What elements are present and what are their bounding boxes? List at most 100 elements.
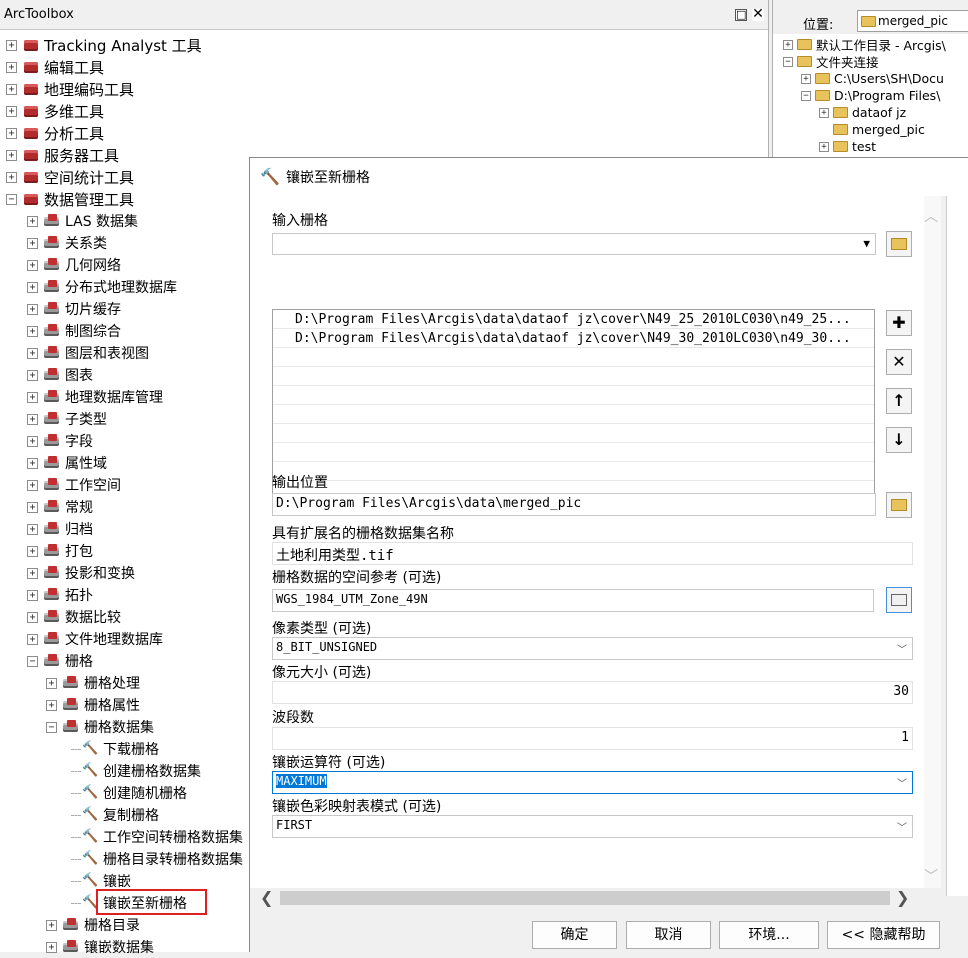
expand-icon[interactable]: + (6, 83, 17, 95)
hide-help-button[interactable]: << 隐藏帮助 (827, 921, 940, 949)
toolbox-tree-item[interactable]: + 栅格目录 (46, 914, 140, 936)
expand-icon[interactable]: + (46, 699, 57, 711)
toolbox-tree-item[interactable]: 🔨 创建随机栅格 (65, 782, 187, 804)
toolbox-tree-item[interactable]: + 地理数据库管理 (27, 386, 163, 408)
expand-icon[interactable]: + (27, 611, 38, 623)
expand-icon[interactable]: + (27, 325, 38, 337)
expand-icon[interactable]: + (783, 39, 793, 50)
chevron-down-icon[interactable]: ﹀ (897, 641, 907, 656)
close-icon[interactable]: ✕ (752, 7, 764, 21)
toolbox-tree-item[interactable]: + 栅格属性 (46, 694, 140, 716)
toolbox-tree-item[interactable]: + 属性域 (27, 452, 107, 474)
catalog-tree-item[interactable]: + C:\Users\SH\Docu (801, 70, 944, 87)
toolbox-tree-item[interactable]: + 切片缓存 (27, 298, 121, 320)
chevron-left-icon[interactable]: ❮ (260, 888, 273, 907)
toolbox-tree-item[interactable]: + 编辑工具 (6, 56, 104, 78)
toolbox-tree-item[interactable]: + Tracking Analyst 工具 (6, 34, 202, 56)
toolbox-tree-item[interactable]: + 关系类 (27, 232, 107, 254)
spatial-ref-field[interactable]: WGS_1984_UTM_Zone_49N (272, 589, 874, 612)
toolbox-tree-item[interactable]: + 数据比较 (27, 606, 121, 628)
pixel-type-select[interactable]: 8_BIT_UNSIGNED ﹀ (272, 637, 913, 660)
expand-icon[interactable]: + (819, 141, 829, 152)
toolbox-tree-item[interactable]: − 栅格 (27, 650, 93, 672)
expand-icon[interactable]: + (27, 237, 38, 249)
mosaic-operator-select[interactable]: MAXIMUM ﹀ (272, 771, 913, 794)
expand-icon[interactable]: + (27, 391, 38, 403)
move-down-button[interactable]: ↓ (886, 427, 912, 453)
chevron-down-icon[interactable]: ▼ (863, 237, 870, 250)
expand-icon[interactable]: + (6, 149, 17, 161)
chevron-right-icon[interactable]: ❯ (896, 888, 909, 907)
collapse-icon[interactable]: − (46, 721, 57, 733)
browse-input-button[interactable] (886, 231, 912, 257)
toolbox-tree-item[interactable]: + 分析工具 (6, 122, 104, 144)
collapse-icon[interactable]: − (783, 56, 793, 67)
ok-button[interactable]: 确定 (532, 921, 617, 949)
toolbox-tree-item[interactable]: + 打包 (27, 540, 93, 562)
toolbox-tree-item[interactable]: 🔨 创建栅格数据集 (65, 760, 201, 782)
expand-icon[interactable]: + (27, 567, 38, 579)
toolbox-tree-item[interactable]: + 常规 (27, 496, 93, 518)
chevron-down-icon[interactable]: ﹀ (924, 866, 938, 886)
toolbox-tree-item[interactable]: + 几何网络 (27, 254, 121, 276)
input-rasters-list[interactable]: D:\Program Files\Arcgis\data\dataof jz\c… (272, 309, 875, 509)
toolbox-tree-item[interactable]: + 多维工具 (6, 100, 104, 122)
toolbox-tree-item[interactable]: − 栅格数据集 (46, 716, 154, 738)
spatial-ref-properties-button[interactable] (886, 587, 912, 613)
chevron-down-icon[interactable]: ﹀ (897, 819, 907, 834)
output-location-field[interactable]: D:\Program Files\Arcgis\data\merged_pic (272, 493, 876, 516)
expand-icon[interactable]: + (27, 413, 38, 425)
expand-icon[interactable]: + (6, 127, 17, 139)
expand-icon[interactable]: + (27, 501, 38, 513)
location-combo[interactable]: merged_pic (857, 10, 968, 32)
scrollbar-thumb[interactable] (280, 891, 890, 905)
browse-output-button[interactable] (886, 492, 912, 518)
toolbox-tree-item[interactable]: + LAS 数据集 (27, 210, 138, 232)
toolbox-tree-item[interactable]: + 镶嵌数据集 (46, 936, 154, 958)
toolbox-tree-item[interactable]: + 分布式地理数据库 (27, 276, 177, 298)
vertical-scrollbar[interactable]: ︿ ﹀ (924, 196, 941, 896)
expand-icon[interactable]: + (27, 545, 38, 557)
chevron-up-icon[interactable]: ︿ (924, 206, 938, 226)
toolbox-tree-item[interactable]: + 拓扑 (27, 584, 93, 606)
toolbox-tree-item[interactable]: + 地理编码工具 (6, 78, 134, 100)
toolbox-tree-item[interactable]: + 字段 (27, 430, 93, 452)
catalog-tree-item[interactable]: − 文件夹连接 (783, 53, 879, 70)
expand-icon[interactable]: + (27, 435, 38, 447)
toolbox-tree-item[interactable]: + 子类型 (27, 408, 107, 430)
move-up-button[interactable]: ↑ (886, 388, 912, 414)
input-rasters-combo[interactable]: ▼ (272, 233, 876, 255)
expand-icon[interactable]: + (819, 107, 829, 118)
expand-icon[interactable]: + (27, 633, 38, 645)
toolbox-tree-item[interactable]: + 服务器工具 (6, 144, 119, 166)
catalog-tree-item[interactable]: + 默认工作目录 - Arcgis\ (783, 36, 946, 53)
expand-icon[interactable]: + (46, 677, 57, 689)
expand-icon[interactable]: + (27, 457, 38, 469)
add-row-button[interactable]: ✚ (886, 310, 912, 336)
dataset-name-field[interactable]: 土地利用类型.tif (272, 542, 913, 565)
toolbox-tree-item[interactable]: + 制图综合 (27, 320, 121, 342)
toolbox-tree-item[interactable]: + 工作空间 (27, 474, 121, 496)
expand-icon[interactable]: + (27, 303, 38, 315)
toolbox-tree-item[interactable]: + 图层和表视图 (27, 342, 149, 364)
toolbox-tree-item[interactable]: + 投影和变换 (27, 562, 135, 584)
expand-icon[interactable]: + (46, 919, 57, 931)
restore-icon[interactable]: □ (735, 9, 747, 21)
expand-icon[interactable]: + (27, 589, 38, 601)
toolbox-tree-item[interactable]: + 空间统计工具 (6, 166, 134, 188)
bands-field[interactable]: 1 (272, 727, 913, 750)
expand-icon[interactable]: + (27, 281, 38, 293)
collapse-icon[interactable]: − (801, 90, 811, 101)
remove-row-button[interactable]: ✕ (886, 349, 912, 375)
catalog-tree-item[interactable]: + dataof jz (819, 104, 906, 121)
expand-icon[interactable]: + (27, 259, 38, 271)
toolbox-tree-item[interactable]: 🔨 栅格目录转栅格数据集 (65, 848, 243, 870)
expand-icon[interactable]: + (27, 479, 38, 491)
collapse-icon[interactable]: − (6, 193, 17, 205)
cancel-button[interactable]: 取消 (626, 921, 711, 949)
colormap-mode-select[interactable]: FIRST ﹀ (272, 815, 913, 838)
toolbox-tree-item[interactable]: − 数据管理工具 (6, 188, 134, 210)
toolbox-tree-item[interactable]: 🔨 工作空间转栅格数据集 (65, 826, 243, 848)
expand-icon[interactable]: + (27, 215, 38, 227)
expand-icon[interactable]: + (6, 105, 17, 117)
